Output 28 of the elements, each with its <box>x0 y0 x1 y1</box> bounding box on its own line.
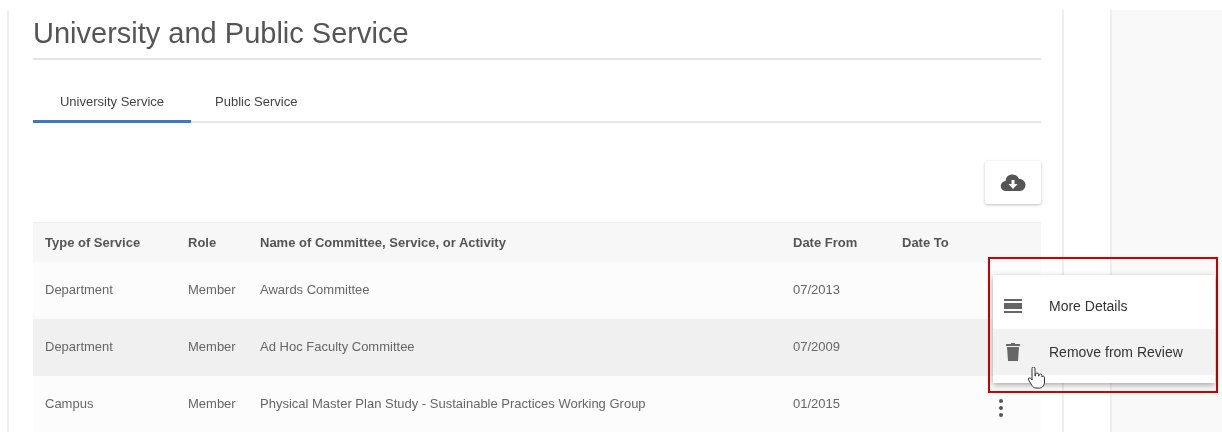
table-cell: Ad Hoc Faculty Committee <box>260 339 415 355</box>
column-header: Date To <box>902 234 949 250</box>
page-title: University and Public Service <box>33 16 409 50</box>
tab[interactable]: Public Service <box>191 83 322 123</box>
list-icon <box>1004 299 1022 313</box>
table-cell: Campus <box>45 396 94 412</box>
table-cell: Member <box>188 339 236 355</box>
table-cell: Member <box>188 396 236 412</box>
table-cell: 07/2009 <box>793 339 840 355</box>
menu-item[interactable]: Remove from Review <box>993 329 1215 375</box>
table-cell: Physical Master Plan Study - Sustainable Practices Working Group <box>260 396 646 412</box>
download-button[interactable] <box>985 161 1041 204</box>
trash-icon <box>1006 343 1020 361</box>
table-cell: Department <box>45 339 113 355</box>
table-cell: Member <box>188 282 236 298</box>
table-cell: 01/2015 <box>793 396 840 412</box>
menu-item-label: Remove from Review <box>1049 342 1183 362</box>
menu-item[interactable]: More Details <box>993 283 1215 329</box>
table-cell: Department <box>45 282 113 298</box>
column-header: Role <box>188 234 217 250</box>
table-cell: 07/2013 <box>793 282 840 298</box>
column-header: Date From <box>793 234 858 250</box>
table-cell: Awards Committee <box>260 282 370 298</box>
menu-item-label: More Details <box>1049 296 1128 316</box>
cloud-download-icon <box>1000 173 1026 192</box>
column-header: Type of Service <box>45 234 141 250</box>
tab[interactable]: University Service <box>33 83 191 123</box>
column-header: Name of Committee, Service, or Activity <box>260 234 506 250</box>
